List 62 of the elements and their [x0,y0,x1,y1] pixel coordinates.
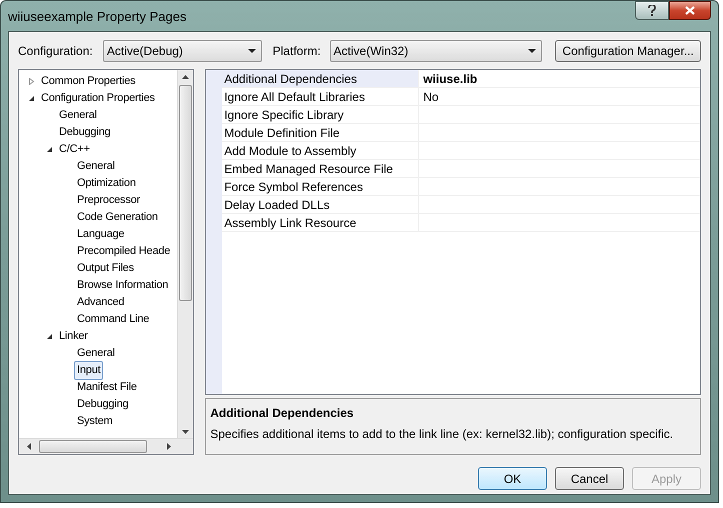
help-icon [648,5,656,16]
property-name[interactable]: Assembly Link Resource [222,214,420,231]
tree-item[interactable]: Preprocessor [74,192,144,209]
scroll-thumb[interactable] [179,85,192,301]
dropdown-value: Active(Debug) [106,43,184,60]
tree-item[interactable]: Common Properties [38,73,138,90]
property-name[interactable]: Ignore All Default Libraries [222,88,420,105]
configuration-dropdown[interactable]: Active(Debug) [102,40,262,62]
tree-item[interactable]: Manifest File [74,379,140,396]
platform-dropdown[interactable]: Active(Win32) [330,40,542,62]
tree-item[interactable]: Command Line [74,311,152,328]
description-title: Additional Dependencies [210,405,355,422]
scroll-thumb[interactable] [39,440,147,453]
horizontal-scrollbar[interactable] [19,438,194,454]
property-name[interactable]: Embed Managed Resource File [222,160,420,177]
tree-item[interactable]: Input [74,361,104,380]
window-title: wiiuseexample Property Pages [8,8,186,26]
property-name[interactable]: Module Definition File [222,124,420,141]
close-button[interactable] [669,1,711,20]
tree-item[interactable]: Linker [56,328,91,345]
property-name[interactable]: Ignore Specific Library [222,106,420,123]
property-name[interactable]: Add Module to Assembly [222,142,420,159]
tree-item[interactable]: System [74,413,116,430]
scroll-right-icon [167,443,171,450]
scroll-up-icon [182,75,190,79]
close-icon [685,6,695,15]
help-button[interactable] [635,1,669,20]
description-text: Specifies additional items to add to the link line (ex: kernel32.lib); configuration specific. [210,426,674,443]
vertical-scrollbar[interactable] [177,70,194,439]
tree-item[interactable]: Precompiled Heade [74,243,174,260]
dialog-button[interactable]: OK [478,467,547,490]
tree-item[interactable]: Debugging [74,396,132,413]
tree-item[interactable]: C/C++ [56,141,93,158]
tree-item[interactable]: General [74,345,118,362]
collapse-triangle-icon[interactable] [28,95,34,102]
tree-item[interactable]: Configuration Properties [38,90,158,107]
scroll-down-icon [182,430,190,434]
configuration-manager-button[interactable]: Configuration Manager... [555,40,702,62]
tree-item[interactable]: General [74,158,118,175]
platform-label: Platform: [272,43,322,60]
dropdown-arrow-icon [528,49,536,53]
tree-item[interactable]: General [56,107,100,124]
configuration-label: Configuration: [18,43,94,60]
dialog-button[interactable]: Cancel [555,467,624,490]
tree-item[interactable]: Code Generation [74,209,161,226]
property-name[interactable]: Delay Loaded DLLs [222,196,420,213]
dropdown-arrow-icon [248,49,256,53]
collapse-triangle-icon[interactable] [46,333,52,340]
tree-item[interactable]: Advanced [74,294,128,311]
tree-item[interactable]: Browse Information [74,277,172,294]
property-value[interactable]: No [419,88,439,105]
dropdown-value: Active(Win32) [334,43,410,60]
scroll-left-icon [27,443,31,450]
tree-item[interactable]: Optimization [74,175,139,192]
collapse-triangle-icon[interactable] [46,146,52,153]
property-name[interactable]: Force Symbol References [222,178,420,195]
property-value[interactable]: wiiuse.lib [419,70,478,87]
tree-item[interactable]: Debugging [56,124,114,141]
tree-item[interactable]: Output Files [74,260,137,277]
expand-triangle-icon[interactable] [28,78,34,85]
tree-item[interactable]: Language [74,226,128,243]
property-name[interactable]: Additional Dependencies [222,70,420,87]
